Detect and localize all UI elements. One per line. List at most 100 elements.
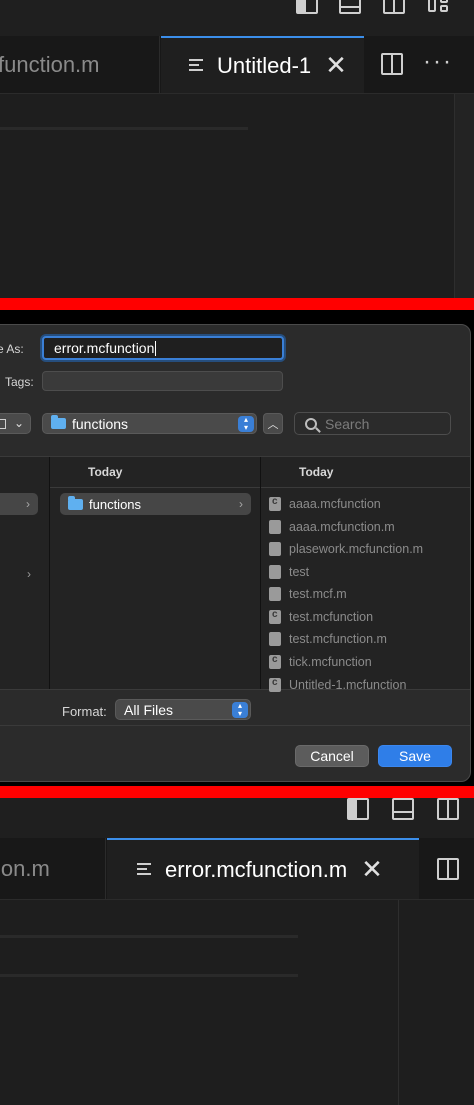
view-mode-popup[interactable]: ⌄	[0, 413, 31, 434]
chevron-right-icon: ›	[239, 497, 243, 511]
cancel-button[interactable]: Cancel	[295, 745, 369, 767]
customize-layout-icon[interactable]	[428, 0, 450, 14]
up-down-arrows-icon: ▴ ▾	[238, 416, 254, 432]
list-item[interactable]: Untitled-1.mcfunction	[269, 675, 406, 695]
sidebar-item[interactable]: ›	[0, 493, 38, 515]
document-icon	[269, 632, 281, 646]
title-bar	[0, 0, 474, 36]
bottom-editor-window: ion.m error.mcfunction.m ✕	[0, 798, 474, 1105]
editor-scrollbar[interactable]	[398, 900, 418, 1105]
close-icon[interactable]: ✕	[361, 854, 383, 885]
chevron-right-icon: ›	[27, 567, 31, 581]
column-header-divider	[50, 487, 260, 488]
chevron-right-icon: ›	[26, 497, 30, 511]
list-item[interactable]: test	[269, 562, 309, 582]
editor-scrollbar[interactable]	[454, 94, 474, 298]
filename-value: error.mcfunction	[54, 340, 155, 356]
toggle-primary-sidebar-icon[interactable]	[296, 0, 318, 14]
split-editor-icon[interactable]	[437, 858, 459, 880]
list-item[interactable]: test.mcfunction.m	[269, 629, 387, 649]
text-file-icon	[137, 862, 153, 878]
tab-function-m[interactable]: function.m	[0, 36, 160, 93]
editor-tab-bar: ion.m error.mcfunction.m ✕	[0, 838, 474, 900]
c-file-icon	[269, 654, 281, 669]
tab-label: Untitled-1	[217, 52, 312, 78]
list-item-functions[interactable]: functions ›	[60, 493, 251, 515]
editor-text-line	[0, 127, 248, 130]
format-popup[interactable]: All Files ▴ ▾	[115, 699, 251, 720]
column-view-icon	[0, 419, 6, 429]
more-actions-icon[interactable]: ···	[423, 48, 453, 76]
c-file-icon	[269, 677, 281, 692]
cancel-label: Cancel	[310, 748, 354, 764]
search-placeholder: Search	[325, 415, 370, 432]
save-as-label: ve As:	[0, 342, 24, 356]
toggle-secondary-sidebar-icon[interactable]	[383, 0, 405, 14]
editor-tab-bar: function.m Untitled-1 ✕ ···	[0, 36, 474, 94]
search-field[interactable]: Search	[294, 412, 451, 435]
list-item[interactable]: aaaa.mcfunction	[269, 494, 381, 514]
folder-icon	[51, 415, 66, 429]
save-button[interactable]: Save	[378, 745, 452, 767]
format-label: Format:	[62, 704, 107, 719]
close-icon[interactable]: ✕	[325, 50, 347, 81]
c-file-icon	[269, 496, 281, 511]
save-label: Save	[399, 748, 431, 764]
text-caret	[155, 340, 157, 356]
document-icon	[269, 587, 281, 601]
tab-label: function.m	[0, 51, 100, 77]
document-icon	[269, 565, 281, 579]
file-name: Untitled-1.mcfunction	[289, 678, 407, 692]
column-header: Today	[299, 465, 334, 479]
file-browser: › › Today functions › Today aaaa.mcfunct…	[0, 456, 470, 692]
tab-ion-m[interactable]: ion.m	[0, 838, 106, 899]
location-popup[interactable]: functions ▴ ▾	[42, 413, 257, 434]
file-name: test.mcfunction.m	[289, 632, 387, 646]
editor-text-line	[0, 935, 298, 938]
editor-text-line	[0, 974, 298, 977]
top-editor-window: function.m Untitled-1 ✕ ···	[0, 0, 474, 298]
highlight-bar-bottom	[0, 786, 474, 798]
document-icon	[269, 542, 281, 556]
tags-label: Tags:	[5, 375, 34, 389]
folder-icon	[68, 495, 83, 510]
toggle-secondary-sidebar-icon[interactable]	[437, 798, 459, 820]
list-item[interactable]: test.mcf.m	[269, 584, 347, 604]
save-dialog: ve As: error.mcfunction Tags: ⌄ function…	[0, 324, 471, 782]
tab-error-mcfunction-m[interactable]: error.mcfunction.m ✕	[107, 838, 419, 899]
chevron-down-icon: ⌄	[13, 416, 24, 430]
format-value: All Files	[124, 701, 174, 718]
column-header-divider	[261, 487, 470, 488]
chevron-up-icon: ︿	[267, 418, 279, 431]
tab-label: error.mcfunction.m	[165, 856, 348, 882]
list-item-label: functions	[89, 496, 142, 512]
toggle-primary-sidebar-icon[interactable]	[347, 798, 369, 820]
list-item[interactable]: aaaa.mcfunction.m	[269, 517, 395, 537]
split-editor-icon[interactable]	[381, 53, 403, 75]
list-item[interactable]: plasework.mcfunction.m	[269, 539, 423, 559]
filename-field[interactable]: error.mcfunction	[42, 336, 284, 360]
document-icon	[269, 520, 281, 534]
toggle-panel-icon[interactable]	[392, 798, 414, 820]
search-icon	[305, 417, 317, 430]
location-value: functions	[72, 415, 129, 432]
toggle-panel-icon[interactable]	[339, 0, 361, 14]
column-divider	[49, 457, 50, 689]
list-item[interactable]: test.mcfunction	[269, 607, 373, 627]
title-bar	[0, 798, 474, 838]
tags-field[interactable]	[42, 371, 283, 391]
file-name: plasework.mcfunction.m	[289, 542, 424, 556]
file-name: test.mcfunction	[289, 610, 374, 624]
file-name: tick.mcfunction	[289, 655, 372, 669]
expand-collapse-button[interactable]: ︿	[263, 413, 283, 434]
up-down-arrows-icon: ▴ ▾	[232, 702, 248, 718]
list-item[interactable]: tick.mcfunction	[269, 652, 372, 672]
column-divider	[260, 457, 261, 689]
text-file-icon	[189, 58, 205, 74]
footer-divider	[0, 725, 470, 726]
highlight-bar-top	[0, 298, 474, 310]
tab-untitled-1[interactable]: Untitled-1 ✕	[161, 36, 364, 93]
file-name: test	[289, 565, 310, 579]
file-name: aaaa.mcfunction.m	[289, 520, 395, 534]
column-header: Today	[88, 465, 123, 479]
